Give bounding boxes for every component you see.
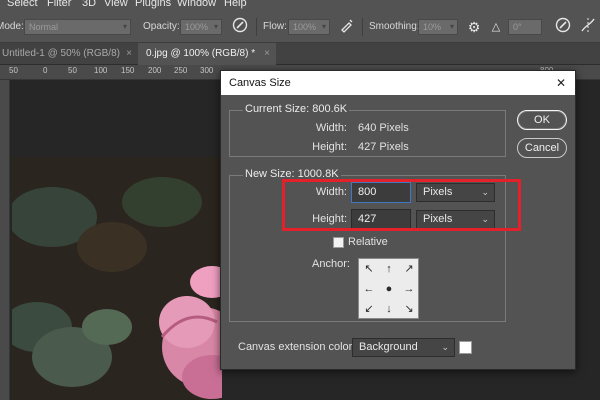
opacity-label: Opacity: (143, 21, 180, 32)
chevron-down-icon: ▾ (321, 22, 326, 31)
vertical-ruler (0, 80, 10, 400)
options-bar: Mode: Normal ▾ Opacity: 100% ▾ Flow: 100… (0, 10, 600, 43)
pressure-size-icon[interactable] (553, 17, 573, 37)
mode-label: Mode: (0, 21, 24, 32)
cancel-button[interactable]: Cancel (517, 138, 567, 158)
document-tabs: Untitled-1 @ 50% (RGB/8) × 0.jpg @ 100% … (0, 43, 600, 65)
relative-label: Relative (348, 236, 388, 248)
chevron-down-icon: ▾ (449, 22, 454, 31)
smoothing-label: Smoothing: (369, 21, 420, 32)
arrow-down-icon[interactable]: ↓ (379, 299, 399, 319)
mode-dropdown[interactable]: Normal ▾ (24, 19, 131, 35)
current-width-value: 640 Pixels (358, 122, 409, 134)
chevron-down-icon: ▾ (213, 22, 218, 31)
airbrush-icon[interactable] (337, 17, 357, 37)
ruler-tick: 200 (148, 66, 162, 75)
chevron-down-icon: ▾ (122, 22, 127, 31)
arrow-down-right-icon[interactable]: ↘ (399, 299, 419, 319)
close-icon[interactable]: × (126, 43, 132, 65)
pressure-opacity-icon[interactable] (230, 17, 250, 37)
extension-color-swatch[interactable] (459, 341, 472, 354)
arrow-right-icon[interactable]: → (399, 279, 419, 299)
symmetry-icon[interactable] (578, 17, 598, 37)
gear-icon[interactable]: ⚙ (464, 17, 484, 37)
arrow-left-icon[interactable]: ← (359, 279, 379, 299)
arrow-up-icon[interactable]: ↑ (379, 259, 399, 279)
current-size-legend: Current Size: 800.6K (243, 103, 350, 115)
flow-value: 100% (293, 22, 317, 32)
tab-label: 0.jpg @ 100% (RGB/8) * (146, 48, 256, 59)
menu-window[interactable]: Window (177, 0, 216, 9)
ruler-tick: 50 (9, 66, 18, 75)
relative-checkbox[interactable] (333, 237, 344, 248)
close-icon[interactable]: ✕ (553, 71, 569, 95)
ruler-tick: 100 (94, 66, 108, 75)
flow-field[interactable]: 100% ▾ (288, 19, 330, 35)
annotation-highlight-box (282, 179, 521, 231)
angle-value: 0° (513, 22, 522, 32)
extension-color-value: Background (359, 341, 418, 353)
ok-button[interactable]: OK (517, 110, 567, 130)
tab-untitled[interactable]: Untitled-1 @ 50% (RGB/8) × (0, 43, 138, 65)
separator (362, 18, 363, 36)
menu-filter[interactable]: Filter (47, 0, 71, 9)
separator (256, 18, 257, 36)
opacity-field[interactable]: 100% ▾ (180, 19, 222, 35)
smoothing-field[interactable]: 10% ▾ (418, 19, 458, 35)
anchor-grid[interactable]: ↖ ↑ ↗ ← ● → ↙ ↓ ↘ (358, 258, 419, 319)
menu-view[interactable]: View (104, 0, 128, 9)
anchor-center-icon[interactable]: ● (379, 279, 399, 299)
angle-icon: △ (491, 21, 501, 33)
menu-select[interactable]: Select (7, 0, 38, 9)
current-height-value: 427 Pixels (358, 141, 409, 153)
anchor-label: Anchor: (312, 258, 350, 270)
menu-3d[interactable]: 3D (82, 0, 96, 9)
menu-bar: Select Filter 3D View Plugins Window Hel… (0, 0, 600, 10)
dialog-title: Canvas Size (221, 71, 575, 95)
chevron-down-icon: ⌄ (441, 342, 449, 352)
ruler-tick: 250 (174, 66, 188, 75)
tab-label: Untitled-1 @ 50% (RGB/8) (2, 48, 120, 59)
ruler-tick: 150 (121, 66, 135, 75)
extension-color-select[interactable]: Background ⌄ (352, 338, 455, 357)
current-width-label: Width: (315, 122, 347, 134)
close-icon[interactable]: × (264, 43, 270, 65)
current-height-label: Height: (312, 141, 347, 153)
menu-help[interactable]: Help (224, 0, 247, 9)
opacity-value: 100% (185, 22, 209, 32)
arrow-down-left-icon[interactable]: ↙ (359, 299, 379, 319)
arrow-up-right-icon[interactable]: ↗ (399, 259, 419, 279)
menu-plugins[interactable]: Plugins (135, 0, 171, 9)
tab-0-jpg[interactable]: 0.jpg @ 100% (RGB/8) * × (138, 43, 276, 65)
smoothing-value: 10% (423, 22, 442, 32)
rose-photo[interactable] (12, 157, 222, 400)
extension-color-label: Canvas extension color: (238, 341, 356, 353)
ruler-tick: 0 (43, 66, 48, 75)
ruler-tick: 50 (68, 66, 77, 75)
arrow-up-left-icon[interactable]: ↖ (359, 259, 379, 279)
ruler-tick: 300 (200, 66, 214, 75)
flow-label: Flow: (263, 21, 287, 32)
angle-field[interactable]: 0° (508, 19, 542, 35)
mode-value: Normal (29, 22, 59, 32)
